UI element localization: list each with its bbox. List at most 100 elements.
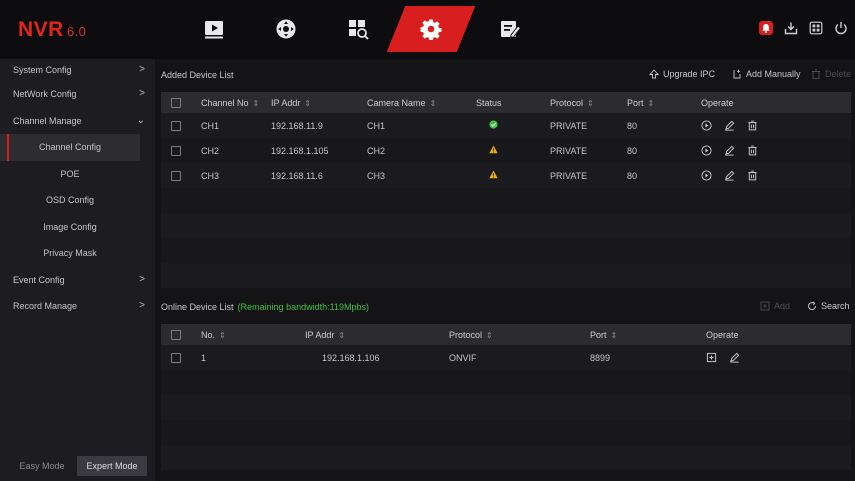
sort-icon: ⇕	[219, 330, 226, 340]
cell-channel: CH3	[201, 170, 220, 181]
chevron-right-icon: >	[139, 64, 145, 75]
alarm-button[interactable]	[757, 19, 775, 37]
play-preview-icon[interactable]	[701, 145, 712, 156]
expert-mode-button[interactable]: Expert Mode	[77, 456, 147, 476]
sidebar-item-channel-manage[interactable]: Channel Manage ⌄	[0, 108, 155, 135]
sidebar: System Config > NetWork Config > Channel M…	[0, 59, 155, 481]
nav-tab-playback[interactable]	[178, 6, 250, 52]
sort-icon: ⇕	[486, 330, 493, 340]
upgrade-icon	[649, 69, 659, 79]
chevron-down-icon: ⌄	[136, 114, 145, 126]
play-preview-icon[interactable]	[701, 120, 712, 131]
column-header-protocol[interactable]: Protocol ⇕	[550, 92, 627, 113]
sort-icon: ⇕	[587, 98, 594, 108]
delete-icon	[812, 69, 820, 79]
cell-port: 80	[627, 170, 638, 181]
multi-screen-button[interactable]	[807, 19, 825, 37]
column-header-port[interactable]: Port ⇕	[590, 324, 706, 345]
sort-icon: ⇕	[252, 98, 260, 108]
trash-icon[interactable]	[747, 120, 758, 131]
empty-row	[161, 445, 851, 470]
cell-port: 80	[627, 120, 638, 131]
top-bar: NVR 6.0	[0, 0, 855, 59]
column-header-channel-no[interactable]: Channel No ⇕	[201, 92, 271, 113]
play-preview-icon[interactable]	[701, 170, 712, 181]
backup-icon	[784, 22, 798, 35]
row-checkbox[interactable]	[171, 352, 181, 363]
cell-channel: CH1	[201, 120, 220, 131]
column-header-ip-addr[interactable]: IP Addr ⇕	[305, 324, 449, 345]
edit-icon[interactable]	[724, 120, 735, 131]
sort-icon: ⇕	[429, 98, 437, 108]
empty-row	[161, 395, 851, 420]
sidebar-item-channel-config[interactable]: Channel Config	[0, 134, 140, 161]
added-device-table: Channel No ⇕ IP Addr ⇕ Camera Name ⇕ Status…	[161, 92, 851, 288]
upgrade-ipc-button[interactable]: Upgrade IPC	[649, 69, 715, 79]
empty-row	[161, 420, 851, 445]
add-manually-button[interactable]: Add Manually	[732, 69, 801, 79]
sidebar-item-image-config[interactable]: Image Config	[0, 214, 140, 241]
backup-button[interactable]	[782, 19, 800, 37]
cell-camera-name: CH1	[367, 120, 386, 131]
sidebar-item-system-config[interactable]: System Config >	[0, 59, 155, 81]
add-icon	[760, 301, 770, 311]
table-header-row: No. ⇕ IP Addr ⇕ Protocol ⇕ Port ⇕ Operate	[161, 324, 851, 345]
bandwidth-status: (Remaining bandwidth:119Mpbs)	[237, 302, 369, 312]
app-logo: NVR 6.0	[18, 18, 87, 41]
table-row: CH3 192.168.11.6 CH3 PRIVATE 80	[161, 163, 851, 188]
cell-ip: 192.168.11.6	[271, 170, 323, 181]
alarm-icon	[759, 21, 773, 35]
sidebar-item-osd-config[interactable]: OSD Config	[0, 187, 140, 214]
select-all-checkbox[interactable]	[171, 329, 181, 340]
playback-icon	[205, 21, 223, 39]
chevron-right-icon: >	[139, 88, 145, 99]
delete-button[interactable]: Delete	[811, 69, 851, 79]
sidebar-item-privacy-mask[interactable]: Privacy Mask	[0, 240, 140, 267]
row-checkbox[interactable]	[171, 170, 181, 181]
edit-icon[interactable]	[724, 145, 735, 156]
edit-icon[interactable]	[729, 352, 740, 363]
column-header-port[interactable]: Port ⇕	[627, 92, 701, 113]
add-device-icon[interactable]	[706, 352, 717, 363]
status-warning-icon	[489, 170, 498, 179]
cell-no: 1	[201, 352, 207, 363]
sort-icon: ⇕	[338, 330, 346, 340]
power-button[interactable]	[832, 19, 850, 37]
status-warning-icon	[489, 145, 498, 154]
sidebar-item-record-manage[interactable]: Record Manage >	[0, 293, 155, 320]
table-row: CH2 192.168.1.105 CH2 PRIVATE 80	[161, 138, 851, 163]
nav-tab-settings[interactable]	[386, 6, 476, 52]
column-header-no[interactable]: No. ⇕	[201, 324, 305, 345]
chevron-right-icon: >	[139, 273, 145, 285]
empty-row	[161, 213, 851, 238]
nav-tab-search[interactable]	[322, 6, 394, 52]
sort-icon: ⇕	[647, 98, 655, 108]
settings-gear-icon	[420, 19, 442, 40]
trash-icon[interactable]	[747, 145, 758, 156]
easy-mode-button[interactable]: Easy Mode	[7, 456, 77, 476]
search-files-icon	[349, 20, 369, 40]
add-button[interactable]: Add	[760, 301, 790, 311]
search-button[interactable]: Search	[807, 301, 850, 311]
select-all-checkbox[interactable]	[171, 97, 181, 108]
status-online-icon	[489, 120, 498, 129]
sidebar-item-network-config[interactable]: NetWork Config >	[0, 81, 155, 108]
column-header-protocol[interactable]: Protocol ⇕	[449, 324, 590, 345]
sidebar-item-poe[interactable]: POE	[0, 161, 140, 188]
column-header-ip-addr[interactable]: IP Addr ⇕	[271, 92, 367, 113]
column-header-camera-name[interactable]: Camera Name ⇕	[367, 92, 476, 113]
row-checkbox[interactable]	[171, 120, 181, 131]
edit-icon[interactable]	[724, 170, 735, 181]
nav-tab-ptz[interactable]	[250, 6, 322, 52]
empty-row	[161, 238, 851, 263]
sidebar-item-event-config[interactable]: Event Config >	[0, 267, 155, 294]
trash-icon[interactable]	[747, 170, 758, 181]
cell-protocol: ONVIF	[449, 352, 477, 363]
cell-port: 80	[627, 145, 638, 156]
empty-row	[161, 263, 851, 288]
cell-protocol: PRIVATE	[550, 120, 588, 131]
nav-tab-maintenance[interactable]	[474, 6, 546, 52]
cell-ip: 192.168.1.106	[322, 352, 380, 363]
cell-camera-name: CH2	[367, 145, 386, 156]
row-checkbox[interactable]	[171, 145, 181, 156]
